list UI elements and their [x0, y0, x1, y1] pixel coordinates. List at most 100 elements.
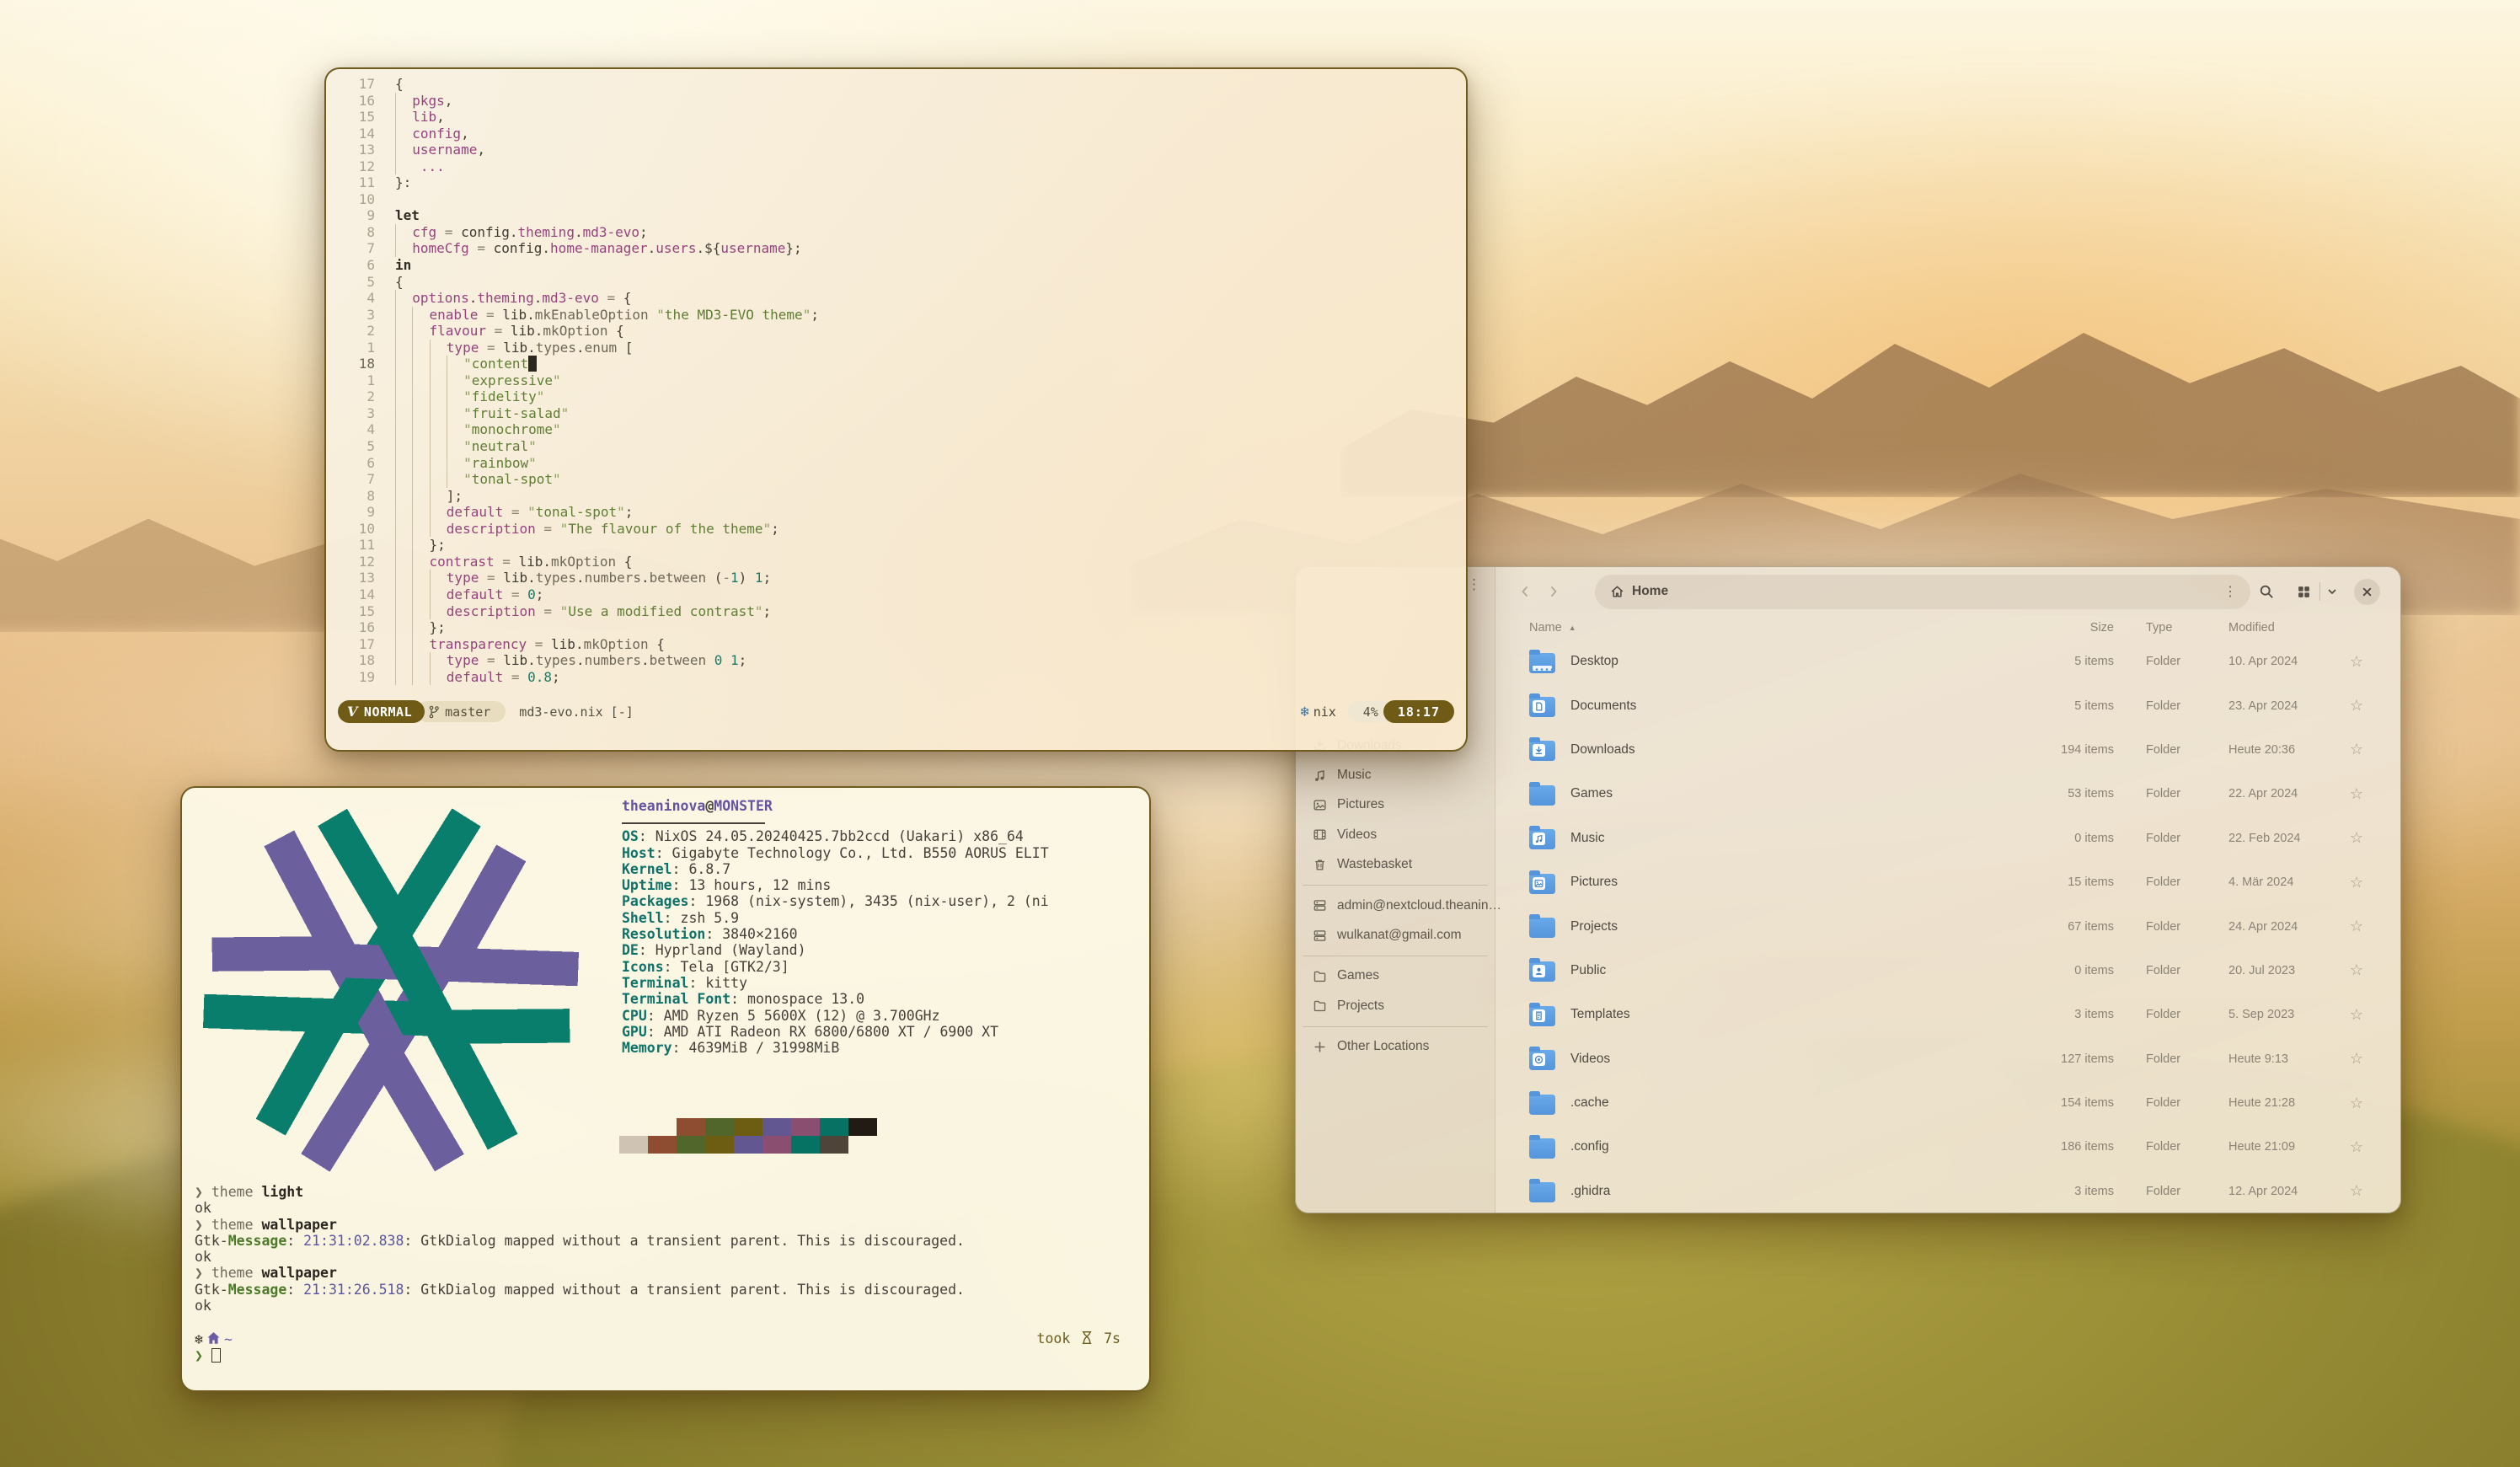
code-line[interactable]: 17 transparency = lib.mkOption {: [326, 636, 1466, 653]
star-icon[interactable]: ☆: [2335, 1050, 2378, 1068]
code-line[interactable]: 10 description = "The flavour of the the…: [326, 521, 1466, 538]
code-line[interactable]: 2 flavour = lib.mkOption {: [326, 323, 1466, 340]
star-icon[interactable]: ☆: [2335, 829, 2378, 847]
code-line[interactable]: 2 "fidelity": [326, 388, 1466, 405]
back-button[interactable]: [1511, 577, 1539, 606]
code-line[interactable]: 12 contrast = lib.mkOption {: [326, 554, 1466, 570]
code-line[interactable]: 18 "content": [326, 356, 1466, 372]
code-line[interactable]: 13 type = lib.types.numbers.between (-1)…: [326, 570, 1466, 586]
file-type: Folder: [2114, 832, 2208, 845]
path-bar[interactable]: Home ⋮: [1595, 575, 2250, 609]
file-row[interactable]: Videos127 itemsFolderHeute 9:13☆: [1516, 1037, 2392, 1081]
code-line[interactable]: 9let: [326, 207, 1466, 224]
sidebar-item-wastebasket[interactable]: Wastebasket: [1303, 850, 1488, 880]
sidebar-item-music[interactable]: Music: [1303, 760, 1488, 790]
code-line[interactable]: 19 default = 0.8;: [326, 669, 1466, 686]
terminal-scrollback[interactable]: ❯ theme lightok❯ theme wallpaperGtk-Mess…: [195, 1184, 1121, 1363]
location-menu-icon[interactable]: ⋮: [2223, 583, 2237, 600]
code-line[interactable]: 7 homeCfg = config.home-manager.users.${…: [326, 240, 1466, 257]
star-icon[interactable]: ☆: [2335, 918, 2378, 935]
code-line[interactable]: 9 default = "tonal-spot";: [326, 504, 1466, 521]
code-line[interactable]: 17{: [326, 76, 1466, 93]
code-line[interactable]: 3 enable = lib.mkEnableOption "the MD3-E…: [326, 307, 1466, 324]
code-line[interactable]: 18 type = lib.types.numbers.between 0 1;: [326, 652, 1466, 669]
view-options-dropdown[interactable]: [2320, 576, 2344, 608]
code-line[interactable]: 5{: [326, 274, 1466, 291]
file-row[interactable]: Pictures15 itemsFolder4. Mär 2024☆: [1516, 860, 2392, 904]
terminal-line: [195, 1314, 1121, 1330]
star-icon[interactable]: ☆: [2335, 961, 2378, 979]
fetch-row: OS: NixOS 24.05.20240425.7bb2ccd (Uakari…: [622, 828, 1049, 844]
code-line[interactable]: 11 };: [326, 537, 1466, 554]
search-button[interactable]: [2250, 576, 2282, 608]
code-line[interactable]: 3 "fruit-salad": [326, 405, 1466, 422]
code-line[interactable]: 8 cfg = config.theming.md3-evo;: [326, 224, 1466, 241]
code-line[interactable]: 6in: [326, 257, 1466, 274]
code-line[interactable]: 6 "rainbow": [326, 455, 1466, 472]
code-line[interactable]: 1 "expressive": [326, 372, 1466, 389]
file-row[interactable]: Templates3 itemsFolder5. Sep 2023☆: [1516, 993, 2392, 1036]
sidebar-item-admin-nextcloud-theanin-[interactable]: admin@nextcloud.theanin…: [1303, 891, 1488, 920]
star-icon[interactable]: ☆: [2335, 785, 2378, 803]
sidebar-divider: [1303, 1021, 1488, 1032]
star-icon[interactable]: ☆: [2335, 653, 2378, 671]
sidebar-item-pictures[interactable]: Pictures: [1303, 790, 1488, 820]
file-size: 15 items: [2021, 875, 2114, 889]
code-line[interactable]: 7 "tonal-spot": [326, 471, 1466, 488]
star-icon[interactable]: ☆: [2335, 1182, 2378, 1200]
code-line[interactable]: 8 ];: [326, 488, 1466, 505]
file-row[interactable]: .cache154 itemsFolderHeute 21:28☆: [1516, 1081, 2392, 1125]
sidebar-item-videos[interactable]: Videos: [1303, 820, 1488, 849]
column-header-type[interactable]: Type: [2114, 621, 2208, 634]
sidebar-item-other-locations[interactable]: Other Locations: [1303, 1032, 1488, 1062]
sidebar-item-wulkanat-gmail-com[interactable]: wulkanat@gmail.com: [1303, 920, 1488, 950]
file-row[interactable]: .ghidra3 itemsFolder12. Apr 2024☆: [1516, 1170, 2392, 1211]
star-icon[interactable]: ☆: [2335, 1006, 2378, 1024]
close-button[interactable]: [2354, 579, 2380, 605]
star-icon[interactable]: ☆: [2335, 697, 2378, 715]
sidebar-menu-icon[interactable]: ⋮: [1467, 577, 1481, 592]
file-size: 67 items: [2021, 920, 2114, 934]
file-modified: 4. Mär 2024: [2208, 875, 2335, 889]
file-row[interactable]: Downloads194 itemsFolderHeute 20:36☆: [1516, 728, 2392, 772]
grid-view-button[interactable]: [2287, 576, 2319, 608]
line-number: 8: [326, 488, 375, 505]
code-line[interactable]: 10: [326, 191, 1466, 208]
code-line[interactable]: 16 };: [326, 619, 1466, 636]
file-row[interactable]: Games53 itemsFolder22. Apr 2024☆: [1516, 772, 2392, 816]
column-header-size[interactable]: Size: [2021, 621, 2114, 634]
file-row[interactable]: Projects67 itemsFolder24. Apr 2024☆: [1516, 904, 2392, 948]
file-row[interactable]: Public0 itemsFolder20. Jul 2023☆: [1516, 949, 2392, 993]
file-row[interactable]: Music0 itemsFolder22. Feb 2024☆: [1516, 816, 2392, 860]
forward-button[interactable]: [1539, 577, 1568, 606]
code-line[interactable]: 16 pkgs,: [326, 93, 1466, 110]
terminal-line: ok: [195, 1298, 1121, 1314]
code-line[interactable]: 14 default = 0;: [326, 586, 1466, 603]
sidebar-item-games[interactable]: Games: [1303, 961, 1488, 991]
code-line[interactable]: 14 config,: [326, 126, 1466, 142]
code-line[interactable]: 1 type = lib.types.enum [: [326, 340, 1466, 356]
sidebar-item-projects[interactable]: Projects: [1303, 991, 1488, 1020]
code-line[interactable]: 15 description = "Use a modified contras…: [326, 603, 1466, 620]
code-line[interactable]: 5 "neutral": [326, 438, 1466, 455]
code-line[interactable]: 4 "monochrome": [326, 421, 1466, 438]
code-editor-buffer[interactable]: 17{16 pkgs,15 lib,14 config,13 username,…: [326, 76, 1466, 685]
file-row[interactable]: Desktop5 itemsFolder10. Apr 2024☆: [1516, 640, 2392, 683]
code-line[interactable]: 4 options.theming.md3-evo = {: [326, 290, 1466, 307]
star-icon[interactable]: ☆: [2335, 1138, 2378, 1156]
code-line[interactable]: 12 ...: [326, 158, 1466, 175]
star-icon[interactable]: ☆: [2335, 741, 2378, 758]
close-icon: [2362, 586, 2373, 597]
editor-window: 17{16 pkgs,15 lib,14 config,13 username,…: [324, 67, 1468, 752]
column-header-modified[interactable]: Modified: [2208, 621, 2335, 634]
file-row[interactable]: .config186 itemsFolderHeute 21:09☆: [1516, 1125, 2392, 1169]
star-icon[interactable]: ☆: [2335, 1095, 2378, 1112]
file-size: 5 items: [2021, 655, 2114, 668]
terminal-window[interactable]: theaninova@MONSTEROS: NixOS 24.05.202404…: [180, 786, 1151, 1392]
code-line[interactable]: 13 username,: [326, 142, 1466, 158]
file-row[interactable]: Documents5 itemsFolder23. Apr 2024☆: [1516, 683, 2392, 727]
code-line[interactable]: 15 lib,: [326, 109, 1466, 126]
star-icon[interactable]: ☆: [2335, 874, 2378, 891]
code-line[interactable]: 11}:: [326, 174, 1466, 191]
column-header-name[interactable]: Name ▲: [1529, 621, 2021, 634]
